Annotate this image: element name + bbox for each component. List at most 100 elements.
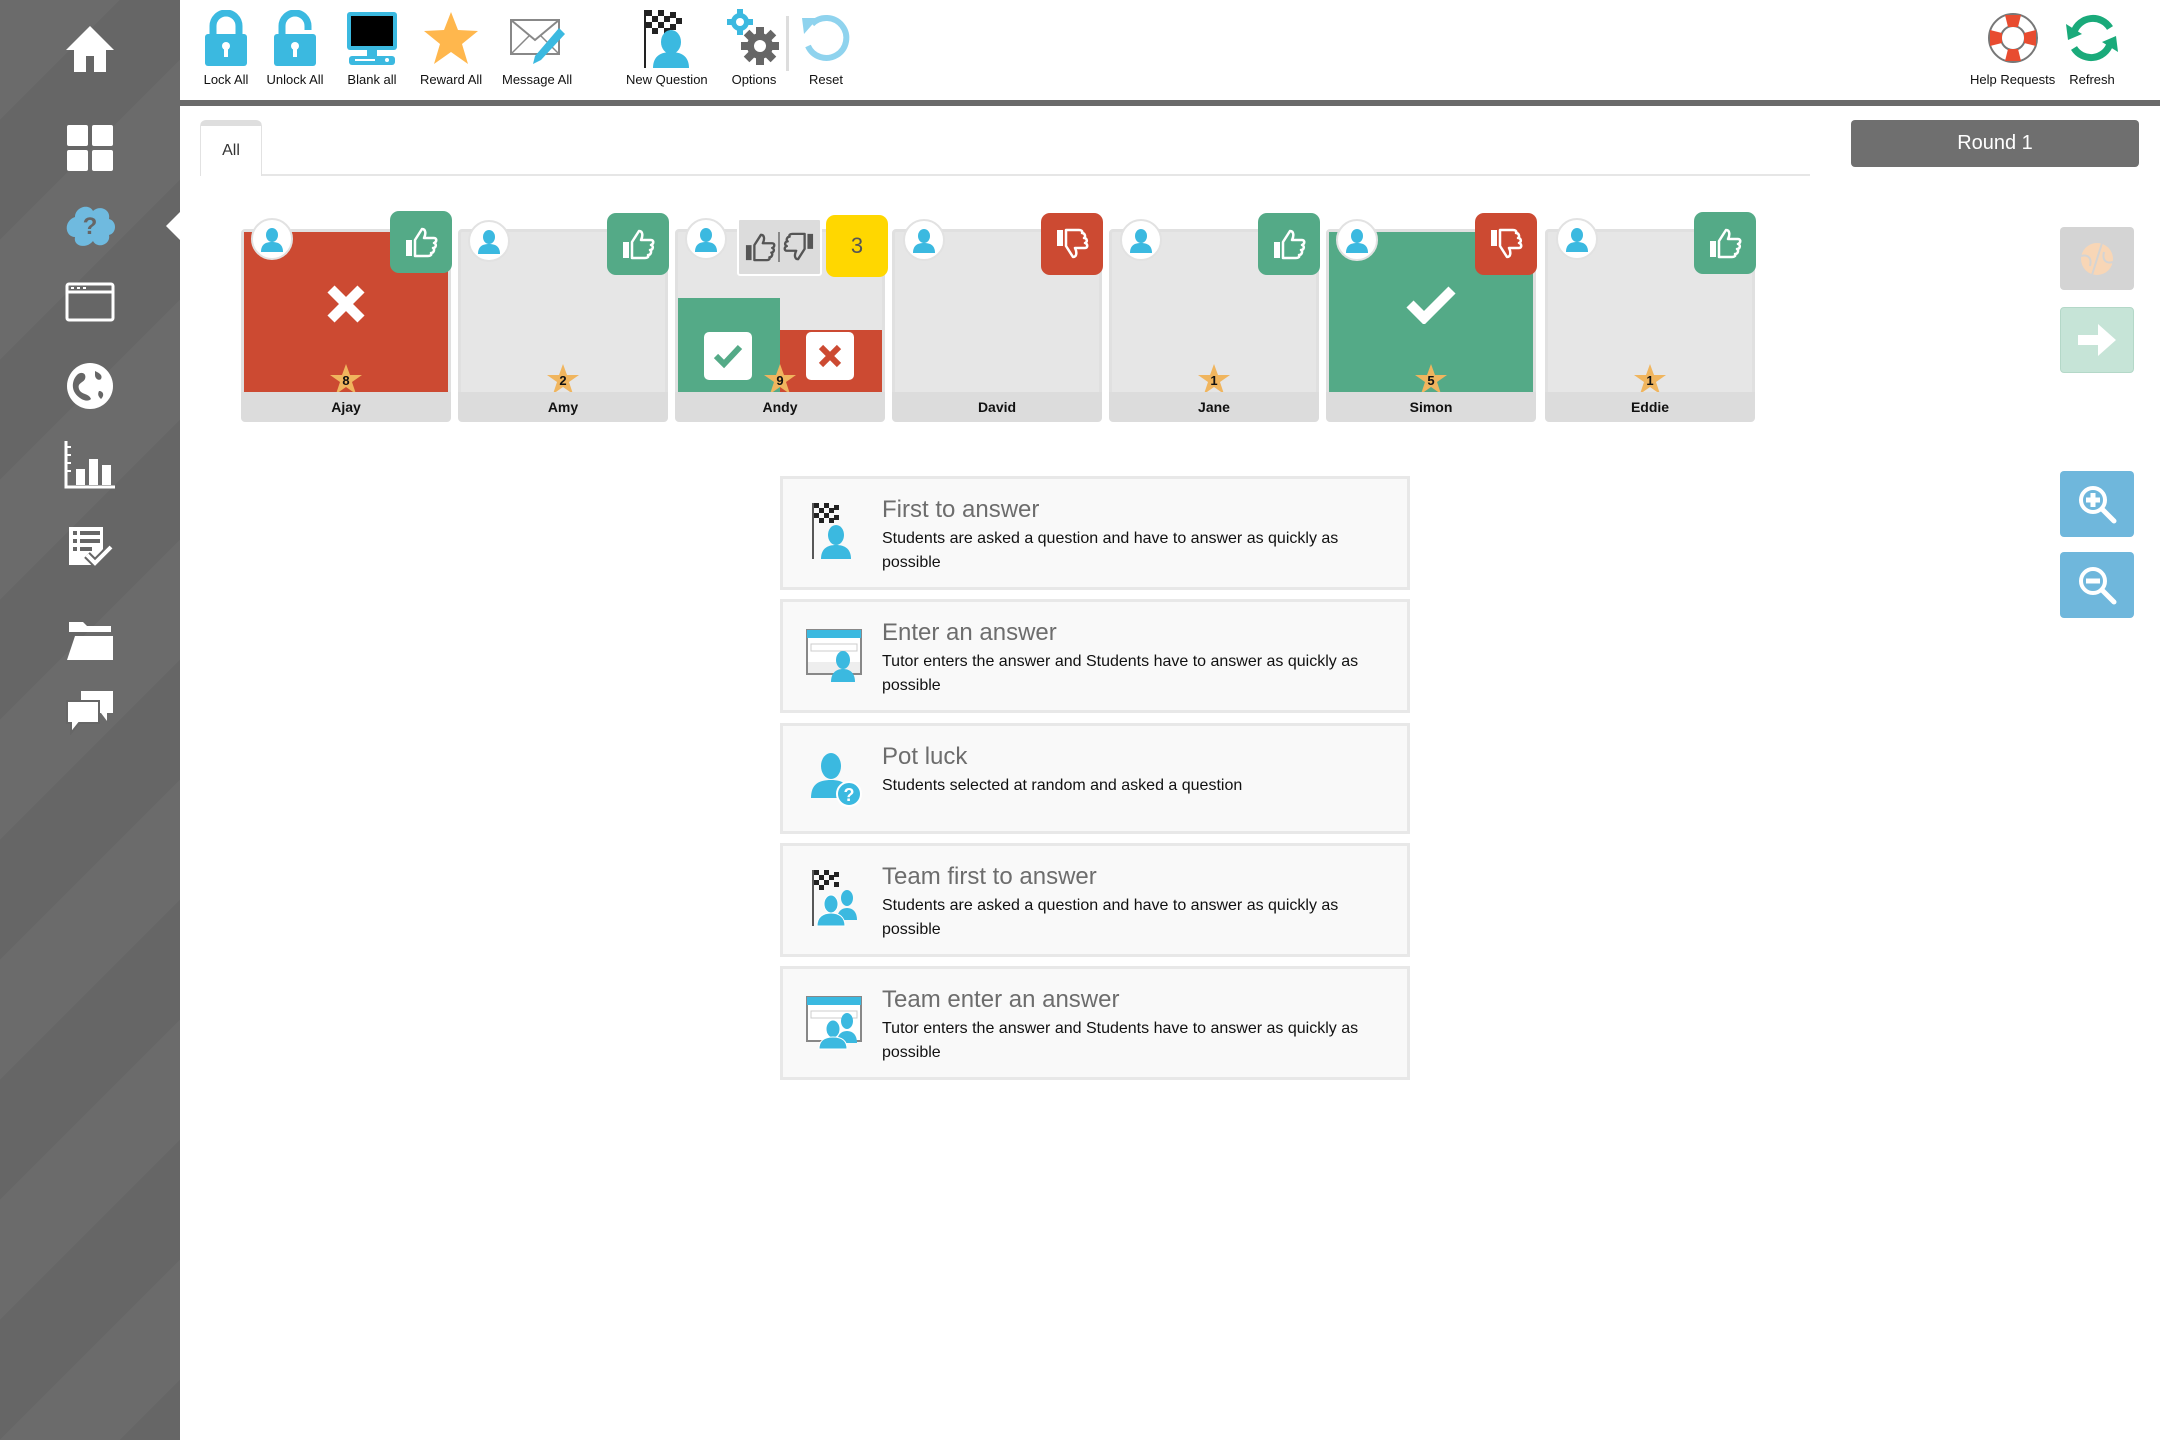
sidebar-item-window[interactable] bbox=[58, 270, 122, 334]
question-type-title: Enter an answer bbox=[882, 619, 1057, 646]
zoom-out-button[interactable] bbox=[2060, 552, 2134, 618]
unlock-icon bbox=[274, 10, 316, 66]
help-requests-button[interactable]: Help Requests bbox=[1970, 8, 2055, 87]
avatar[interactable] bbox=[468, 220, 510, 262]
user-icon bbox=[1130, 229, 1152, 253]
avatar[interactable] bbox=[251, 218, 293, 260]
thumbs-up-button[interactable] bbox=[1694, 212, 1756, 274]
refresh-button[interactable]: Refresh bbox=[2062, 8, 2122, 87]
arrow-right-icon bbox=[2078, 324, 2116, 356]
question-type-team-first-to-answer[interactable]: Team first to answer Students are asked … bbox=[780, 843, 1410, 957]
unlock-all-button[interactable]: Unlock All bbox=[265, 8, 325, 87]
question-cloud-icon: ? bbox=[66, 206, 115, 246]
question-type-team-enter-an-answer[interactable]: Team enter an answer Tutor enters the an… bbox=[780, 966, 1410, 1080]
star-count: 9 bbox=[776, 373, 784, 388]
cross-icon bbox=[818, 344, 842, 368]
question-type-pot-luck[interactable]: ? Pot luck Students selected at random a… bbox=[780, 723, 1410, 834]
bar-chart-icon bbox=[64, 441, 115, 489]
tab-all[interactable]: All bbox=[200, 120, 262, 176]
thumbs-up-icon bbox=[746, 233, 776, 262]
star-badge: 2 bbox=[546, 363, 580, 395]
window-team-icon bbox=[806, 996, 862, 1050]
user-icon bbox=[261, 228, 283, 252]
refresh-label: Refresh bbox=[2069, 72, 2115, 87]
envelope-pen-icon bbox=[510, 19, 566, 64]
question-type-title: First to answer bbox=[882, 496, 1040, 523]
question-type-first-to-answer[interactable]: First to answer Students are asked a que… bbox=[780, 476, 1410, 590]
help-requests-label: Help Requests bbox=[1970, 72, 2056, 87]
basketball-button[interactable] bbox=[2060, 227, 2134, 290]
reward-all-button[interactable]: Reward All bbox=[420, 8, 482, 87]
options-button[interactable]: Options bbox=[724, 8, 784, 87]
thumbs-down-button[interactable] bbox=[1041, 213, 1103, 275]
thumbs-up-button[interactable] bbox=[607, 213, 669, 275]
checkered-flag-student-icon bbox=[643, 10, 689, 68]
thumbs-up-icon bbox=[1710, 228, 1742, 259]
question-type-description: Students are asked a question and have t… bbox=[882, 530, 1339, 571]
question-type-description: Students selected at random and asked a … bbox=[882, 777, 1243, 794]
student-name: Amy bbox=[458, 392, 668, 422]
checklist-icon bbox=[69, 527, 114, 569]
reset-label: Reset bbox=[809, 72, 843, 87]
avatar[interactable] bbox=[1556, 218, 1598, 260]
grid-icon bbox=[67, 125, 113, 171]
sidebar-item-home[interactable] bbox=[58, 16, 122, 80]
options-label: Options bbox=[731, 72, 777, 87]
question-type-enter-an-answer[interactable]: Enter an answer Tutor enters the answer … bbox=[780, 599, 1410, 713]
monitor-icon bbox=[347, 12, 397, 65]
mark-correct-button[interactable] bbox=[704, 332, 752, 380]
sidebar-item-reports[interactable] bbox=[58, 432, 122, 496]
sidebar: ? bbox=[0, 0, 180, 1440]
new-question-button[interactable]: New Question bbox=[626, 8, 708, 87]
avatar[interactable] bbox=[685, 218, 727, 260]
question-type-description: Tutor enters the answer and Students hav… bbox=[882, 653, 1359, 694]
user-icon bbox=[1566, 228, 1588, 252]
message-all-label: Message All bbox=[502, 72, 573, 87]
avatar[interactable] bbox=[1120, 219, 1162, 261]
blank-all-label: Blank all bbox=[347, 72, 397, 87]
student-name: Andy bbox=[675, 392, 885, 422]
student-name: Ajay bbox=[241, 392, 451, 422]
svg-text:?: ? bbox=[844, 785, 855, 805]
star-count: 2 bbox=[559, 373, 567, 388]
avatar[interactable] bbox=[903, 219, 945, 261]
sidebar-item-web[interactable] bbox=[58, 354, 122, 418]
thumbs-up-button[interactable] bbox=[390, 211, 452, 273]
avatar[interactable] bbox=[1336, 219, 1378, 261]
sidebar-item-chat[interactable] bbox=[58, 680, 122, 744]
toolbar-divider bbox=[786, 16, 789, 71]
message-all-button[interactable]: Message All bbox=[502, 8, 572, 87]
star-count: 1 bbox=[1646, 373, 1654, 388]
sidebar-item-files[interactable] bbox=[58, 608, 122, 672]
blank-all-button[interactable]: Blank all bbox=[342, 8, 402, 87]
student-name: Jane bbox=[1109, 392, 1319, 422]
user-icon bbox=[913, 229, 935, 253]
answer-order-badge: 3 bbox=[826, 215, 888, 277]
lock-all-label: Lock All bbox=[203, 72, 249, 87]
star-count: 8 bbox=[342, 373, 350, 388]
next-button[interactable] bbox=[2060, 307, 2134, 373]
question-type-title: Pot luck bbox=[882, 743, 968, 770]
question-type-title: Team first to answer bbox=[882, 863, 1097, 890]
globe-icon bbox=[67, 363, 113, 409]
lock-all-button[interactable]: Lock All bbox=[196, 8, 256, 87]
round-button[interactable]: Round 1 bbox=[1851, 120, 2139, 167]
sidebar-item-questions[interactable]: ? bbox=[58, 194, 122, 258]
basketball-icon bbox=[2080, 242, 2114, 275]
toolbar: Lock All Unlock All Blank all Reward All… bbox=[180, 0, 2160, 100]
thumbs-up-icon bbox=[406, 227, 438, 258]
question-type-description: Students are asked a question and have t… bbox=[882, 897, 1339, 938]
thumbs-down-icon bbox=[783, 232, 813, 261]
reset-button[interactable]: Reset bbox=[796, 8, 856, 87]
sidebar-item-dashboard[interactable] bbox=[58, 116, 122, 180]
thumbs-up-button[interactable] bbox=[1258, 213, 1320, 275]
mark-wrong-button[interactable] bbox=[806, 332, 854, 380]
toolbar-bottom-border bbox=[180, 100, 2160, 106]
sidebar-item-tests[interactable] bbox=[58, 516, 122, 580]
reward-all-label: Reward All bbox=[420, 72, 483, 87]
thumbs-up-down-toggle[interactable] bbox=[737, 218, 822, 276]
zoom-in-button[interactable] bbox=[2060, 471, 2134, 537]
thumbs-down-button[interactable] bbox=[1475, 213, 1537, 275]
refresh-icon bbox=[2066, 14, 2118, 62]
reset-icon bbox=[802, 15, 850, 61]
